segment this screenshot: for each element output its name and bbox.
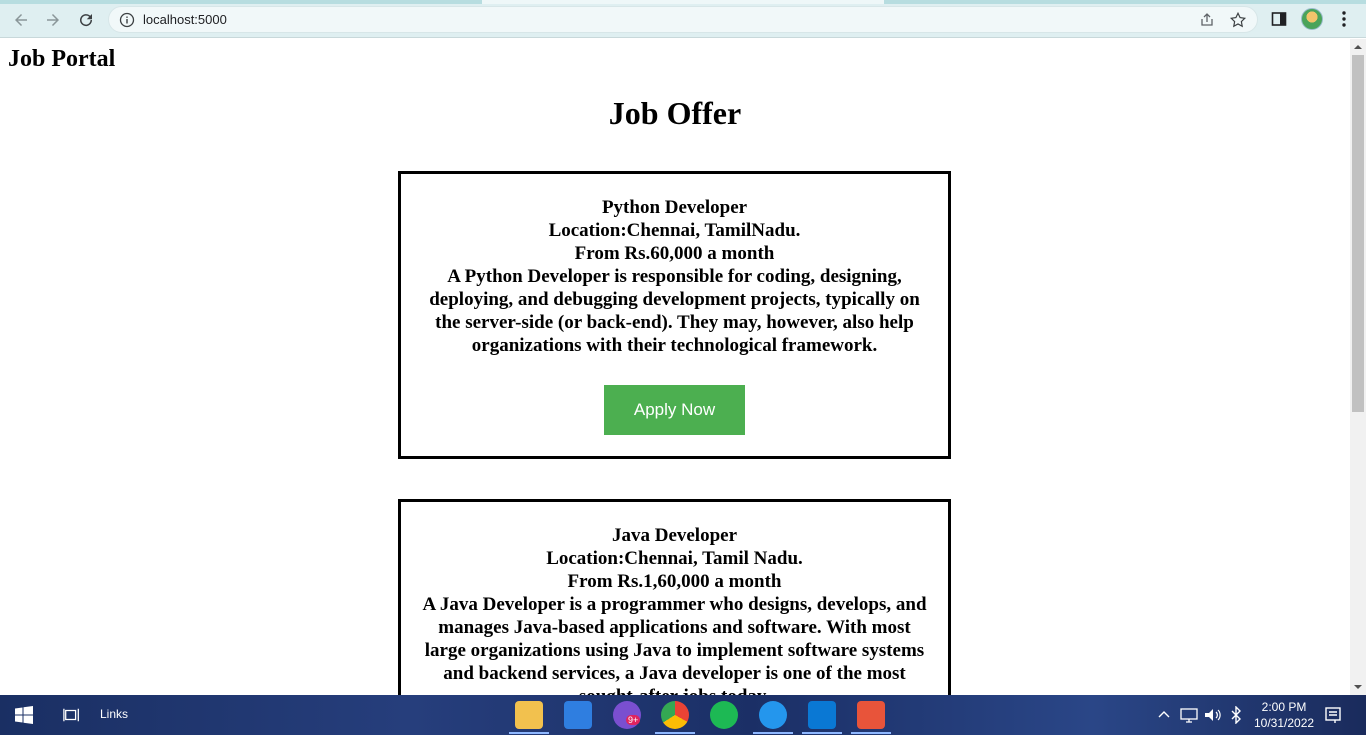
clock-date: 10/31/2022 — [1254, 716, 1315, 730]
windows-taskbar: Links 9+ 2:00 PM 10/31/2022 — [0, 695, 1366, 735]
page-content: Job Portal Job Offer Python Developer Lo… — [0, 39, 1350, 695]
microsoft-store-icon[interactable] — [564, 701, 592, 729]
job-description: A Python Developer is responsible for co… — [429, 266, 920, 356]
site-info-icon[interactable] — [119, 12, 135, 28]
docker-icon[interactable] — [759, 701, 787, 729]
job-location: Location:Chennai, TamilNadu. — [548, 220, 801, 241]
links-toolbar-label[interactable]: Links — [100, 707, 128, 721]
network-icon[interactable] — [1180, 707, 1198, 723]
back-icon[interactable] — [10, 9, 32, 31]
url-text[interactable]: localhost:5000 — [143, 12, 227, 27]
scroll-down-arrow-icon[interactable] — [1354, 683, 1362, 691]
job-salary: From Rs.1,60,000 a month — [567, 571, 782, 592]
app-indicator — [655, 732, 695, 734]
app-indicator — [509, 732, 549, 734]
chat-app-icon[interactable]: 9+ — [613, 701, 641, 729]
forward-icon[interactable] — [42, 9, 64, 31]
job-description: A Java Developer is a programmer who des… — [422, 594, 927, 695]
job-location: Location:Chennai, Tamil Nadu. — [546, 548, 803, 569]
vscode-icon[interactable] — [808, 701, 836, 729]
site-name: Job Portal — [8, 46, 116, 72]
spotify-icon[interactable] — [710, 701, 738, 729]
action-center-icon[interactable] — [1324, 706, 1342, 724]
job-title: Java Developer — [611, 525, 738, 546]
app-indicator — [802, 732, 842, 734]
scrollbar-thumb[interactable] — [1352, 55, 1364, 412]
job-card: Java Developer Location:Chennai, Tamil N… — [398, 499, 951, 695]
bluetooth-icon[interactable] — [1230, 706, 1242, 724]
more-menu-icon[interactable] — [1336, 10, 1352, 28]
reload-icon[interactable] — [75, 9, 97, 31]
job-card: Python Developer Location:Chennai, Tamil… — [398, 171, 951, 459]
profile-avatar[interactable] — [1301, 8, 1323, 30]
browser-toolbar: localhost:5000 — [0, 0, 1366, 38]
page-title: Job Offer — [608, 95, 742, 131]
share-icon[interactable] — [1199, 12, 1215, 28]
app-indicator — [753, 732, 793, 734]
job-salary: From Rs.60,000 a month — [574, 243, 775, 264]
chevron-up-icon[interactable] — [1157, 708, 1171, 722]
vertical-scrollbar[interactable] — [1350, 39, 1366, 695]
system-clock[interactable]: 2:00 PM 10/31/2022 — [1254, 699, 1314, 731]
volume-icon[interactable] — [1204, 707, 1222, 723]
scroll-up-arrow-icon[interactable] — [1354, 43, 1362, 51]
side-panel-icon[interactable] — [1271, 11, 1287, 27]
file-explorer-icon[interactable] — [515, 701, 543, 729]
paint-app-icon[interactable] — [857, 701, 885, 729]
task-view-icon[interactable] — [60, 703, 84, 727]
address-bar[interactable]: localhost:5000 — [108, 6, 1258, 33]
apply-now-button[interactable]: Apply Now — [604, 385, 745, 435]
notification-badge: 9+ — [626, 715, 641, 725]
windows-start-icon[interactable] — [12, 703, 36, 727]
clock-time: 2:00 PM — [1261, 700, 1307, 714]
active-tab[interactable] — [482, 0, 884, 4]
app-indicator — [851, 732, 891, 734]
bookmark-star-icon[interactable] — [1229, 11, 1247, 29]
tab-strip — [0, 0, 1366, 4]
job-title: Python Developer — [601, 197, 748, 218]
chrome-browser-icon[interactable] — [661, 701, 689, 729]
